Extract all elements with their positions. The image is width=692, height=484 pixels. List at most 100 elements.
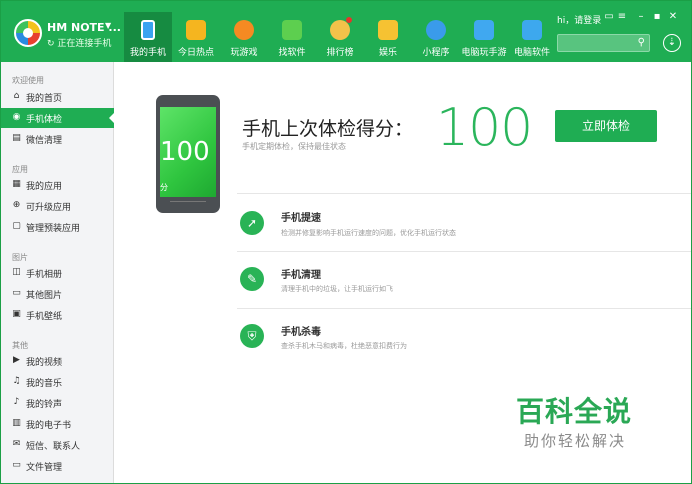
sidebar-group-title: 欢迎使用: [12, 76, 44, 85]
watermark-title: 百科全说: [516, 395, 633, 428]
page-subtitle: 手机定期体检，保持最佳状态: [242, 142, 346, 151]
phone-screen-score: 100 分: [160, 137, 216, 197]
message-icon[interactable]: ▭: [603, 11, 615, 23]
sidebar-item-label: 其他图片: [26, 291, 63, 301]
preinstalled-icon: ▢: [12, 221, 21, 231]
feature-desc-cleanup: 清理手机中的垃圾，让手机运行如飞: [281, 285, 393, 293]
tab-games[interactable]: 玩游戏: [220, 12, 268, 62]
main-content: 100分 手机上次体检得分： 手机定期体检，保持最佳状态 100 立即体检 ➚ …: [114, 62, 691, 483]
sidebar-item-label: 我的首页: [26, 94, 63, 104]
video-icon: ▶: [13, 355, 20, 365]
sidebar-item-phone-album[interactable]: ◫ 手机相册: [1, 263, 114, 283]
entertainment-icon: [378, 20, 398, 40]
app-logo-icon: [14, 19, 42, 47]
mini-program-icon: [426, 20, 446, 40]
medal-icon: [330, 20, 350, 40]
sidebar-group-title: 图片: [12, 253, 28, 262]
sidebar-item-label: 我的电子书: [26, 421, 72, 431]
wechat-clean-icon: ▤: [12, 133, 21, 143]
sidebar-item-label: 我的应用: [26, 182, 63, 192]
start-checkup-button[interactable]: 立即体检: [555, 110, 657, 142]
apps-icon: ▦: [12, 179, 21, 189]
sidebar-item-phone-checkup[interactable]: ◉ 手机体检: [1, 108, 114, 128]
sidebar-item-home[interactable]: ⌂ 我的首页: [1, 87, 114, 107]
music-icon: ♫: [12, 376, 21, 386]
bell-icon: ♪: [13, 397, 20, 407]
tab-pc-software[interactable]: 电脑软件: [508, 12, 556, 62]
search-icon[interactable]: ⚲: [638, 37, 645, 48]
wallpaper-icon: ▣: [12, 309, 21, 319]
tab-hot-news[interactable]: 今日热点: [172, 12, 220, 62]
header-bar: HM NOTE ... ▼ ↻ 正在连接手机 我的手机 今日热点 玩游戏 找软件…: [1, 1, 691, 62]
close-icon[interactable]: ✕: [667, 11, 679, 23]
divider: [237, 251, 691, 252]
sidebar: 欢迎使用 ⌂ 我的首页 ◉ 手机体检 ▤ 微信清理 应用 ▦ 我的应用 ⊕ 可升…: [1, 62, 114, 483]
tab-my-phone[interactable]: 我的手机: [124, 12, 172, 62]
device-status: ↻ 正在连接手机: [47, 39, 112, 49]
checkup-score: 100: [436, 98, 533, 158]
sidebar-item-label: 短信、联系人: [26, 442, 81, 452]
sidebar-item-preinstalled-apps[interactable]: ▢ 管理预装应用: [1, 217, 114, 237]
sidebar-item-other-pictures[interactable]: ▭ 其他图片: [1, 284, 114, 304]
mail-icon: ✉: [12, 439, 21, 449]
sidebar-item-file-manager[interactable]: ▭ 文件管理: [1, 456, 114, 476]
rocket-icon: ➚: [240, 211, 264, 235]
login-link[interactable]: hi，请登录: [557, 13, 601, 26]
feature-title-antivirus[interactable]: 手机杀毒: [281, 323, 321, 338]
feature-desc-speedup: 检测并修复影响手机运行速度的问题，优化手机运行状态: [281, 229, 456, 237]
sidebar-item-label: 可升级应用: [26, 203, 72, 213]
picture-icon: ▭: [12, 288, 21, 298]
search-input[interactable]: ⚲: [557, 34, 650, 52]
maximize-icon[interactable]: ▪: [651, 11, 663, 23]
device-dropdown-icon[interactable]: ▼: [105, 21, 111, 30]
upgrade-icon: ⊕: [12, 200, 21, 210]
checkup-icon: ◉: [12, 112, 21, 122]
phone-buttons: [170, 201, 206, 207]
download-icon[interactable]: ⇣: [663, 34, 681, 52]
menu-icon[interactable]: ≡: [616, 11, 628, 23]
tab-entertainment[interactable]: 娱乐: [364, 12, 412, 62]
sidebar-item-my-apps[interactable]: ▦ 我的应用: [1, 175, 114, 195]
sidebar-item-label: 我的音乐: [26, 379, 63, 389]
phone-score-value: 100: [160, 137, 210, 167]
sidebar-item-my-music[interactable]: ♫ 我的音乐: [1, 372, 114, 392]
pc-game-icon: [474, 20, 494, 40]
tab-mini-programs[interactable]: 小程序: [412, 12, 460, 62]
feature-desc-antivirus: 查杀手机木马和病毒，杜绝恶意扣费行为: [281, 342, 407, 350]
tab-find-software[interactable]: 找软件: [268, 12, 316, 62]
broom-icon: ✎: [240, 267, 264, 291]
feature-title-cleanup[interactable]: 手机清理: [281, 266, 321, 281]
minimize-icon[interactable]: –: [635, 11, 647, 23]
sidebar-item-wechat-clean[interactable]: ▤ 微信清理: [1, 129, 114, 149]
sidebar-item-my-videos[interactable]: ▶ 我的视频: [1, 351, 114, 371]
sidebar-item-label: 手机体检: [26, 115, 63, 125]
watermark-subtitle: 助你轻松解决: [524, 432, 627, 450]
sidebar-item-label: 文件管理: [26, 463, 63, 473]
sidebar-group-title: 其他: [12, 341, 28, 350]
app-window: HM NOTE ... ▼ ↻ 正在连接手机 我的手机 今日热点 玩游戏 找软件…: [0, 0, 692, 484]
phone-icon: [141, 20, 155, 40]
device-status-text: 正在连接手机: [57, 39, 112, 49]
sidebar-item-label: 手机壁纸: [26, 312, 63, 322]
notification-dot: [346, 17, 352, 23]
sidebar-item-wallpaper[interactable]: ▣ 手机壁纸: [1, 305, 114, 325]
sidebar-item-upgradable-apps[interactable]: ⊕ 可升级应用: [1, 196, 114, 216]
game-icon: [234, 20, 254, 40]
feature-title-speedup[interactable]: 手机提速: [281, 209, 321, 224]
tab-pc-mobile-games[interactable]: 电脑玩手游: [460, 12, 508, 62]
ebook-icon: ▥: [12, 418, 21, 428]
sidebar-item-label: 手机相册: [26, 270, 63, 280]
sidebar-item-label: 微信清理: [26, 136, 63, 146]
sidebar-item-label: 我的铃声: [26, 400, 63, 410]
sidebar-item-my-ringtones[interactable]: ♪ 我的铃声: [1, 393, 114, 413]
home-icon: ⌂: [13, 91, 20, 101]
shield-icon: ⛨: [240, 324, 264, 348]
sidebar-item-sms-contacts[interactable]: ✉ 短信、联系人: [1, 435, 114, 455]
divider: [237, 193, 691, 194]
camera-icon: ◫: [12, 267, 21, 277]
tab-rankings[interactable]: 排行榜: [316, 12, 364, 62]
phone-screen: 100 分: [160, 107, 216, 197]
sidebar-group-title: 应用: [12, 165, 28, 174]
sidebar-item-my-ebooks[interactable]: ▥ 我的电子书: [1, 414, 114, 434]
phone-illustration: 100 分: [156, 95, 220, 213]
